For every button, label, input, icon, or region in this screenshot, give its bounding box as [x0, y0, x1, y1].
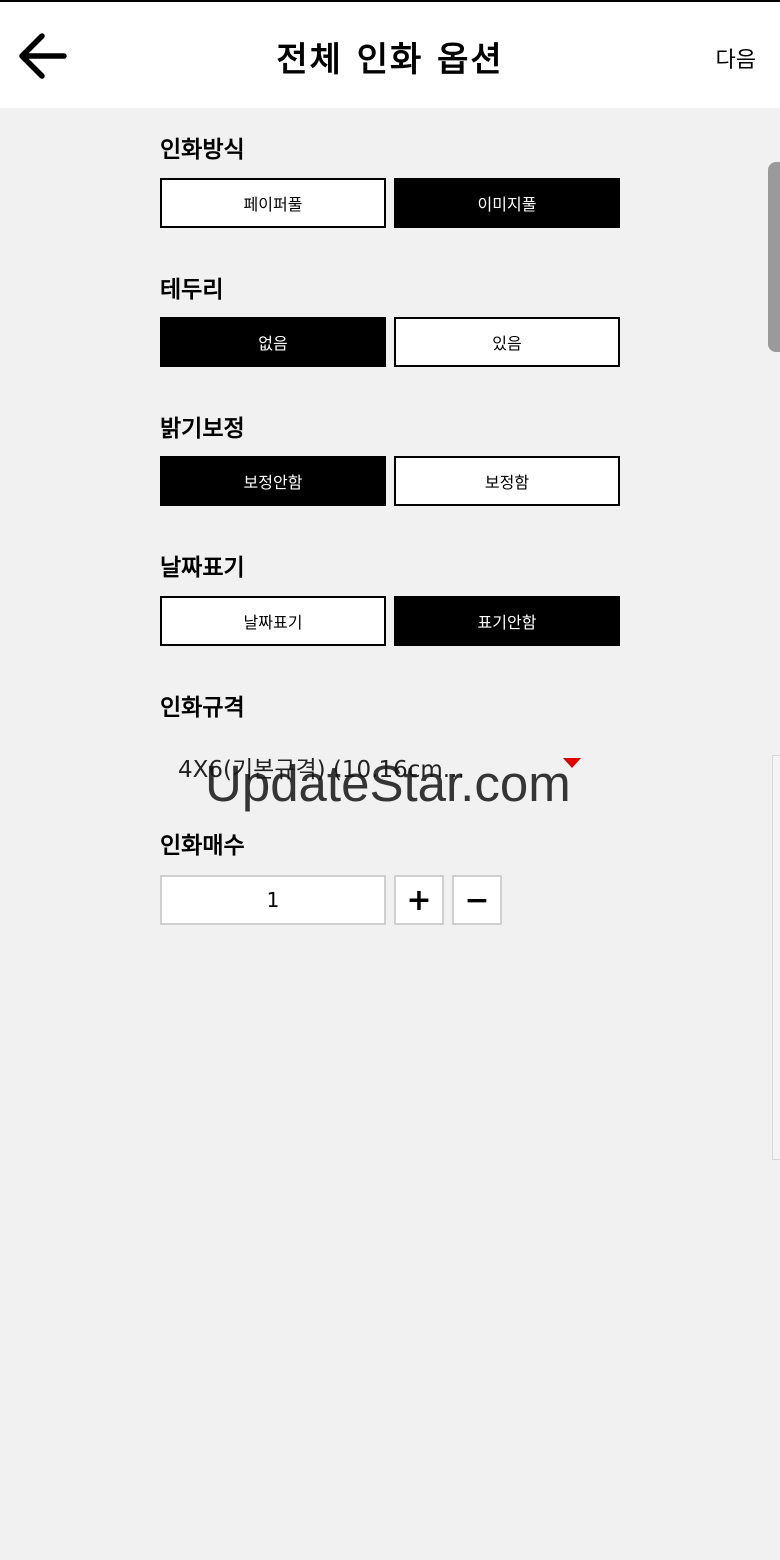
date-stamp-options: 날짜표기 표기안함	[160, 596, 620, 646]
option-border-yes[interactable]: 있음	[394, 317, 620, 367]
option-paper-full[interactable]: 페이퍼풀	[160, 178, 386, 228]
border-label: 테두리	[160, 277, 224, 303]
option-image-full[interactable]: 이미지풀	[394, 178, 620, 228]
page-title: 전체 인화 옵션	[276, 40, 504, 80]
print-method-options: 페이퍼풀 이미지풀	[160, 178, 620, 228]
header-bar: 전체 인화 옵션 다음	[0, 2, 780, 108]
border-options: 없음 있음	[160, 317, 620, 367]
option-show-date[interactable]: 날짜표기	[160, 596, 386, 646]
next-button[interactable]: 다음	[716, 42, 756, 74]
quantity-field[interactable]: 1	[160, 875, 386, 925]
print-size-label: 인화규격	[160, 695, 245, 721]
quantity-label: 인화매수	[160, 833, 245, 859]
option-correction[interactable]: 보정함	[394, 456, 620, 506]
scrollbar-thumb[interactable]	[768, 162, 780, 352]
date-stamp-label: 날짜표기	[160, 555, 245, 581]
dropdown-scroll-track	[772, 755, 780, 1160]
option-no-correction[interactable]: 보정안함	[160, 456, 386, 506]
print-method-label: 인화방식	[160, 137, 245, 163]
watermark-text: UpdateStar.com	[205, 755, 571, 812]
brightness-label: 밝기보정	[160, 416, 245, 442]
option-hide-date[interactable]: 표기안함	[394, 596, 620, 646]
brightness-options: 보정안함 보정함	[160, 456, 620, 506]
quantity-plus-button[interactable]: +	[394, 875, 444, 925]
quantity-minus-button[interactable]: −	[452, 875, 502, 925]
option-border-none[interactable]: 없음	[160, 317, 386, 367]
